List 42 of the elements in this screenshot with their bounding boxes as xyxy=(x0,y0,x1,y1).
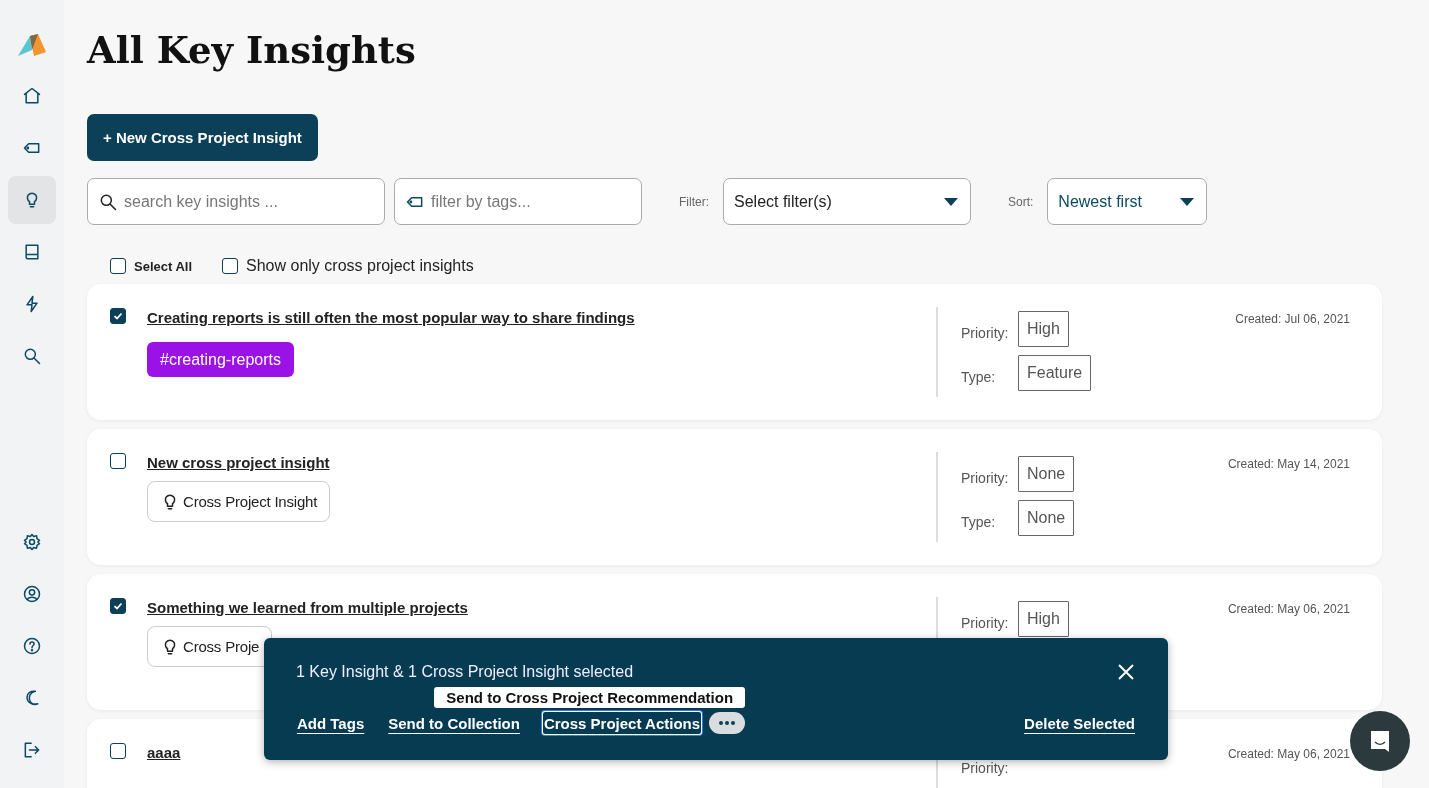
field-value[interactable]: Feature xyxy=(1018,355,1092,391)
field-label: Type: xyxy=(961,369,996,387)
field-label: Priority: xyxy=(961,325,1009,343)
sort-label: Sort: xyxy=(1008,194,1034,209)
hashtag-tag[interactable]: #creating-reports xyxy=(147,342,294,377)
created-date: Created: May 06, 2021 xyxy=(1227,747,1350,761)
action-link[interactable]: Add Tags xyxy=(296,712,366,734)
field-label: Priority: xyxy=(961,615,1009,633)
action-link[interactable]: Cross Project Actions xyxy=(542,712,702,734)
field-label: Priority: xyxy=(961,470,1009,488)
filter-label: Filter: xyxy=(679,194,709,209)
tag-filter-input[interactable]: filter by tags... xyxy=(431,179,631,224)
created-date: Created: May 14, 2021 xyxy=(1227,457,1350,471)
tooltip: Send to Cross Project Recommendation xyxy=(434,687,746,708)
cross-project-tag[interactable]: Cross Proje xyxy=(147,626,273,667)
field-label: Type: xyxy=(961,514,996,532)
page-title: All Key Insights xyxy=(87,27,417,74)
field-value[interactable]: None xyxy=(1018,456,1075,492)
search-field[interactable]: search key insights ... xyxy=(87,178,385,225)
tag-filter-field[interactable]: filter by tags... xyxy=(394,178,642,225)
created-date: Created: Jul 06, 2021 xyxy=(1235,312,1350,326)
insight-title-link[interactable]: Creating reports is still often the most popular way to share findings xyxy=(147,309,635,326)
cross-project-label: Show only cross project insights xyxy=(246,257,474,275)
sort-dropdown[interactable]: Newest first xyxy=(1047,178,1208,225)
action-link[interactable]: Send to Collection xyxy=(387,712,521,734)
delete-link[interactable]: Delete Selected xyxy=(1023,712,1136,734)
filter-dropdown[interactable]: Select filter(s) xyxy=(723,178,971,225)
tag-label: Cross Proje xyxy=(183,638,260,655)
field-label: Priority: xyxy=(961,760,1009,778)
select-all-label: Select All xyxy=(134,258,193,274)
field-value[interactable]: High xyxy=(1018,311,1069,347)
field-value[interactable]: None xyxy=(1018,500,1075,536)
cross-project-tag[interactable]: Cross Project Insight xyxy=(147,481,331,522)
new-insight-button[interactable]: + New Cross Project Insight xyxy=(87,114,318,161)
insight-title-link[interactable]: New cross project insight xyxy=(147,454,330,471)
insight-title-link[interactable]: Something we learned from multiple projects xyxy=(147,599,468,616)
insight-title-link[interactable]: aaaa xyxy=(147,744,181,761)
search-input[interactable]: search key insights ... xyxy=(124,179,374,224)
tag-label: Cross Project Insight xyxy=(183,493,318,510)
field-value[interactable]: High xyxy=(1018,601,1069,637)
created-date: Created: May 06, 2021 xyxy=(1227,602,1350,616)
selection-message: 1 Key Insight & 1 Cross Project Insight selected xyxy=(296,663,634,681)
